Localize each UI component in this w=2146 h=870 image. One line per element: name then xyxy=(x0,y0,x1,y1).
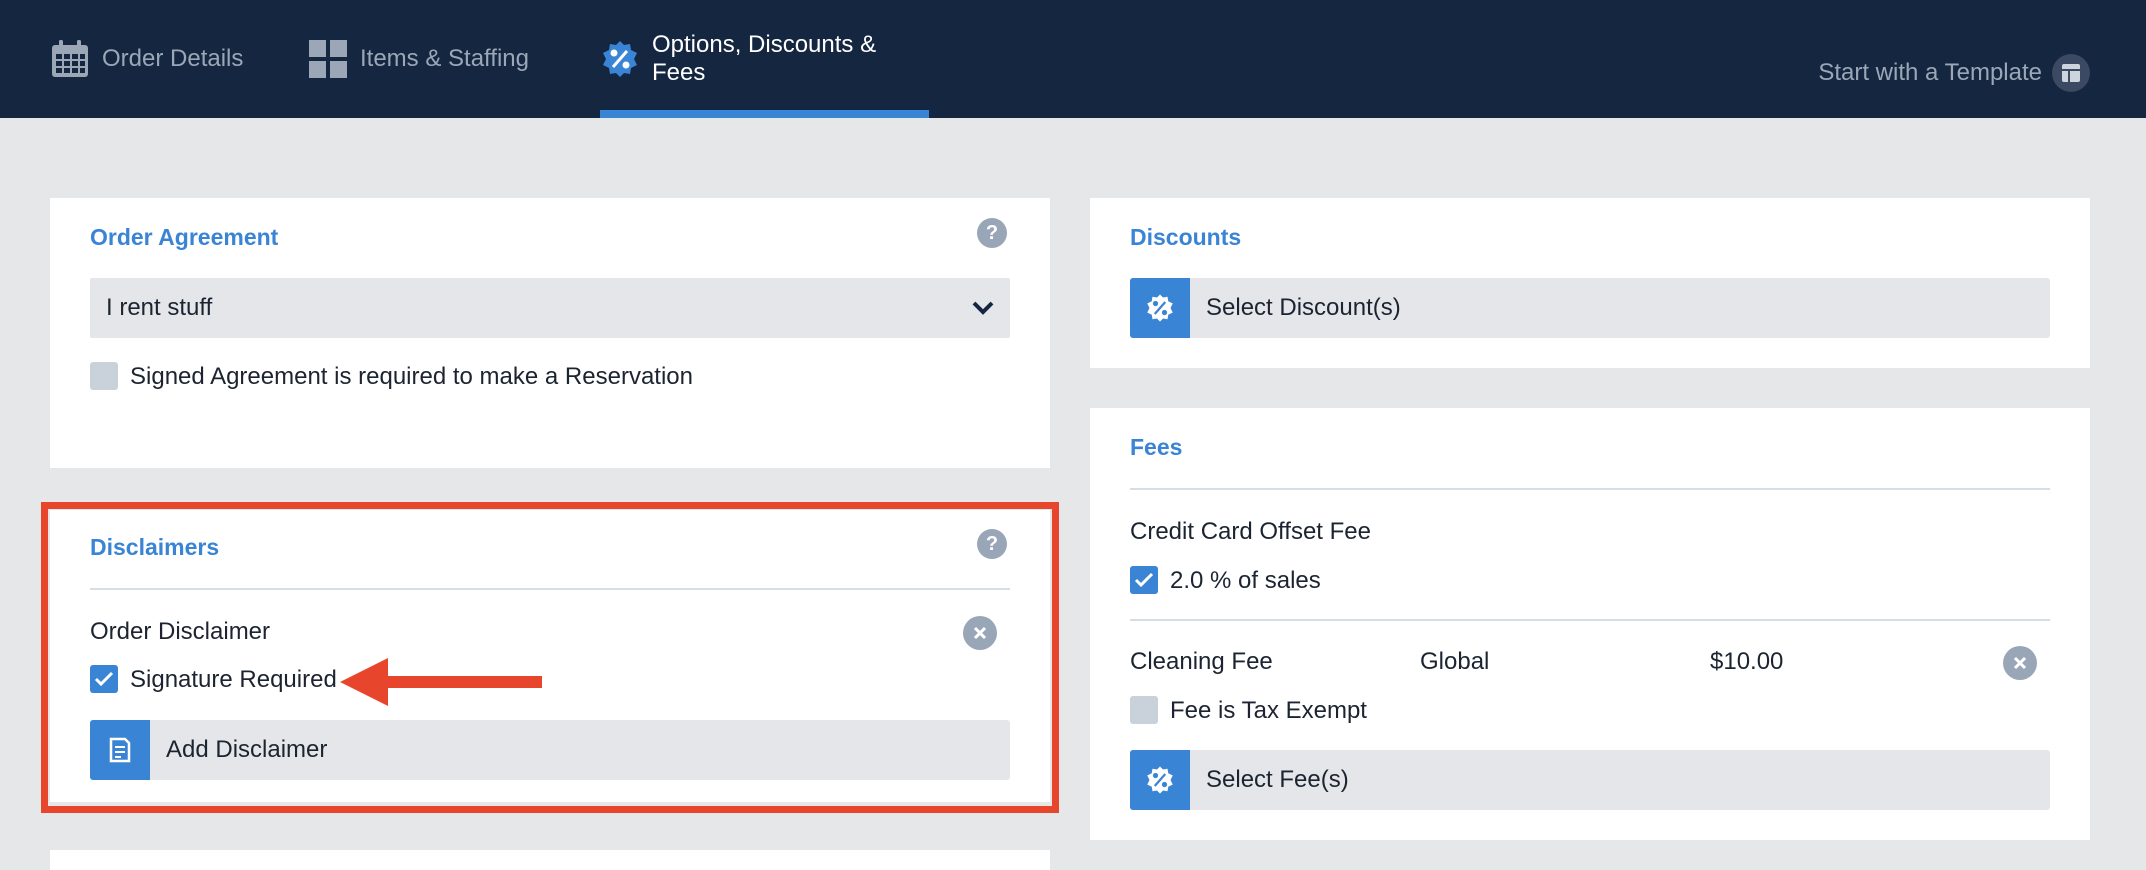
select-discounts-label: Select Discount(s) xyxy=(1206,294,1401,321)
grid-icon xyxy=(308,39,348,79)
fees-card: Fees Credit Card Offset Fee 2.0 % of sal… xyxy=(1090,408,2090,840)
percent-badge-icon xyxy=(600,39,640,79)
tab-options-discounts-fees[interactable]: Options, Discounts & Fees xyxy=(600,0,929,118)
select-fees-label: Select Fee(s) xyxy=(1206,766,1349,793)
order-agreement-select[interactable]: I rent stuff xyxy=(90,278,1010,338)
order-agreement-selected: I rent stuff xyxy=(106,294,213,321)
order-agreement-title: Order Agreement xyxy=(90,224,279,250)
divider xyxy=(1130,619,2050,621)
tab-order-details[interactable]: Order Details xyxy=(50,0,243,118)
discounts-title: Discounts xyxy=(1130,224,1242,250)
percent-badge-icon xyxy=(1130,750,1190,810)
pointer-arrow-icon xyxy=(340,658,542,706)
discounts-card: Discounts Select Discount(s) xyxy=(1090,198,2090,368)
remove-fee-icon[interactable] xyxy=(2003,646,2037,680)
percent-badge-icon xyxy=(1130,278,1190,338)
highlight-box xyxy=(41,502,1059,813)
signed-agreement-label: Signed Agreement is required to make a R… xyxy=(130,363,693,390)
tax-exempt-label: Fee is Tax Exempt xyxy=(1170,697,1367,724)
tab-label: Options, Discounts & Fees xyxy=(652,31,877,86)
next-card-partial xyxy=(50,850,1050,870)
template-link-label: Start with a Template xyxy=(1818,59,2042,86)
cleaning-fee-name: Cleaning Fee xyxy=(1130,648,1273,675)
credit-card-fee-name: Credit Card Offset Fee xyxy=(1130,518,1371,545)
cleaning-fee-scope: Global xyxy=(1420,648,1490,675)
help-icon[interactable]: ? xyxy=(977,218,1007,248)
select-discounts-button[interactable]: Select Discount(s) xyxy=(1130,278,2050,338)
credit-card-fee-option: 2.0 % of sales xyxy=(1170,567,1321,594)
tab-label: Order Details xyxy=(102,45,244,72)
top-nav: Order Details Items & Staffing Options, … xyxy=(0,0,2146,118)
order-agreement-card: Order Agreement ? I rent stuff Signed Ag… xyxy=(50,198,1050,468)
divider xyxy=(1130,488,2050,490)
fees-title: Fees xyxy=(1130,434,1183,460)
signed-agreement-checkbox[interactable] xyxy=(90,362,118,390)
start-with-template-link[interactable]: Start with a Template xyxy=(1818,54,2090,92)
active-tab-indicator xyxy=(600,110,929,118)
tab-items-staffing[interactable]: Items & Staffing xyxy=(308,0,529,118)
tab-label: Items & Staffing xyxy=(360,45,529,72)
calendar-icon xyxy=(50,39,90,79)
credit-card-fee-checkbox[interactable] xyxy=(1130,566,1158,594)
chevron-down-icon xyxy=(972,301,994,315)
cleaning-fee-amount: $10.00 xyxy=(1710,648,1784,675)
checkmark-icon xyxy=(1134,572,1154,588)
select-fees-button[interactable]: Select Fee(s) xyxy=(1130,750,2050,810)
template-icon xyxy=(2052,54,2090,92)
tax-exempt-checkbox[interactable] xyxy=(1130,696,1158,724)
